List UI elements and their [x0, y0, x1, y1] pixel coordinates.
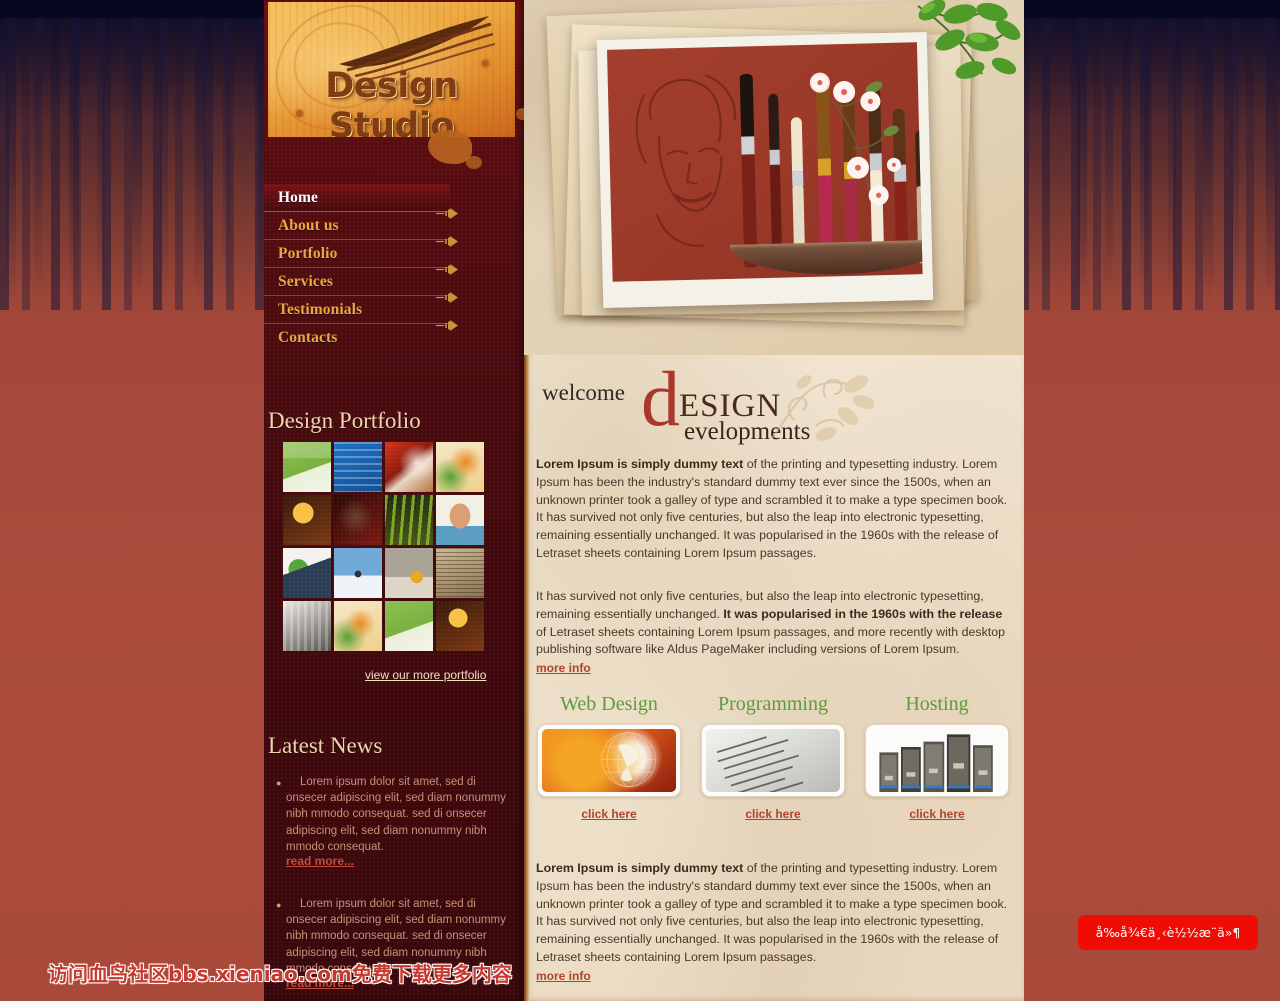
nav-label: Testimonials [278, 300, 363, 318]
service-image-frame [701, 724, 845, 797]
brushes-photo [607, 42, 923, 282]
nav-label: Services [278, 272, 334, 290]
closing-paragraph: Lorem Ipsum is simply dummy text of the … [536, 860, 1008, 967]
thumbnail-orange-sport-art-2[interactable] [334, 601, 382, 651]
thumbnail-blue-text-poster[interactable] [334, 442, 382, 492]
paragraph-bold-lead: Lorem Ipsum is simply dummy text [536, 861, 744, 875]
service-image-frame [537, 724, 681, 797]
services-row: Web Design click here Programming click … [536, 693, 1012, 823]
html-code-listing-image [706, 729, 840, 792]
server-racks-icon [879, 734, 993, 792]
thumbnail-red-face-art[interactable] [385, 442, 433, 492]
service-link[interactable]: click here [909, 807, 964, 821]
logo-text: Design Studio [325, 66, 458, 137]
portfolio-heading: Design Portfolio [268, 408, 421, 433]
service-image-frame [865, 724, 1009, 797]
thumbnail-snow-people-photo[interactable] [334, 548, 382, 598]
nav-label: Contacts [278, 329, 338, 346]
thumbnail-sunburst-badge-2[interactable] [436, 601, 484, 651]
watermark-badge[interactable]: å‰å¾€ä¸‹è½½æ¨ä»¶ [1078, 915, 1258, 950]
service-card-programming: Programming click here [700, 693, 846, 823]
intro-paragraph: Lorem Ipsum is simply dummy text of the … [536, 456, 1008, 563]
news-read-more-link[interactable]: read more... [286, 854, 354, 868]
service-card-web-design: Web Design click here [536, 693, 682, 823]
nav-label: Portfolio [278, 244, 338, 262]
paragraph-bold-lead: Lorem Ipsum is simply dummy text [536, 457, 744, 471]
thumbnail-sunburst-badge[interactable] [283, 495, 331, 545]
nav-item-portfolio[interactable]: Portfolio [264, 240, 458, 275]
latest-news-heading: Latest News [268, 733, 383, 758]
nav-item-testimonials[interactable]: Testimonials [264, 296, 458, 331]
paragraph-text: of the printing and typesetting industry… [536, 457, 1008, 560]
site-container: Design Studio Home About us Portfolio Se… [264, 0, 1024, 1001]
service-title: Web Design [560, 693, 658, 715]
thumbnail-basketball-player[interactable] [334, 495, 382, 545]
watermark-left: 访问血鸟社区bbs.xieniao.com免费下载更多内容 [48, 962, 512, 986]
floral-flourish-icon [771, 375, 874, 441]
main-navigation: Home About us Portfolio Services Testimo… [264, 184, 524, 352]
bullet-icon: ● [276, 778, 282, 788]
brush-holder-bowl [729, 239, 923, 277]
cherry-blossom-illustration [809, 72, 901, 206]
sidebar: Design Studio Home About us Portfolio Se… [264, 0, 524, 1001]
thumbnail-child-illustration[interactable] [436, 495, 484, 545]
globe-network-image [542, 729, 676, 792]
hero-banner-image [524, 0, 1024, 355]
polaroid-frame [596, 32, 934, 308]
thumbnail-row [283, 601, 488, 651]
thumbnail-row [283, 495, 488, 545]
thumbnail-old-newspaper[interactable] [436, 548, 484, 598]
globe-grid-icon [601, 732, 657, 788]
paragraph-bold-mid: It was popularised in the 1960s with the… [723, 606, 1003, 621]
site-logo[interactable]: Design Studio [268, 2, 515, 137]
welcome-heading: welcome d ESIGN evelopments [536, 360, 1006, 446]
news-item: ● Lorem ipsum dolor sit amet, sed di ons… [276, 774, 512, 855]
thumbnail-studio-green-poster[interactable] [283, 442, 331, 492]
bullet-icon: ● [276, 900, 282, 910]
service-link[interactable]: click here [745, 807, 800, 821]
more-info-link-2[interactable]: more info [536, 969, 591, 983]
thumbnail-green-box-product[interactable] [283, 548, 331, 598]
code-lines-icon [716, 736, 804, 792]
thumbnail-bw-portrait-art[interactable] [283, 601, 331, 651]
nav-item-about-us[interactable]: About us [264, 212, 458, 247]
view-more-portfolio-link[interactable]: view our more portfolio [365, 668, 486, 682]
thumbnail-row [283, 442, 488, 492]
welcome-word: welcome [542, 380, 626, 405]
nav-label: Home [278, 188, 318, 206]
portfolio-thumbnail-grid [283, 442, 488, 654]
green-leaves-illustration [917, 0, 1021, 79]
secondary-paragraph: It has survived not only five centuries,… [536, 588, 1008, 659]
nav-item-home[interactable]: Home [264, 184, 458, 219]
server-racks-image [870, 729, 1004, 792]
service-card-hosting: Hosting click here [864, 693, 1010, 823]
nav-label: About us [278, 216, 339, 234]
service-link[interactable]: click here [581, 807, 636, 821]
main-content: welcome d ESIGN evelopments Lorem Ipsum … [524, 0, 1024, 1001]
paragraph-text: of the printing and typesetting industry… [536, 861, 1008, 964]
thumbnail-studio-green-poster-2[interactable] [385, 601, 433, 651]
service-title: Programming [718, 693, 828, 715]
thumbnail-row [283, 548, 488, 598]
nav-item-contacts[interactable]: Contacts [264, 324, 450, 352]
brand-initial: d [641, 355, 680, 442]
news-text: Lorem ipsum dolor sit amet, sed di onsec… [286, 776, 506, 853]
thumbnail-green-abstract[interactable] [385, 495, 433, 545]
thumbnail-construction-toys[interactable] [385, 548, 433, 598]
page-root: Design Studio Home About us Portfolio Se… [0, 0, 1280, 1001]
more-info-link-1[interactable]: more info [536, 661, 591, 675]
watermark-badge-text: å‰å¾€ä¸‹è½½æ¨ä»¶ [1095, 925, 1241, 940]
thumbnail-orange-sport-art[interactable] [436, 442, 484, 492]
paragraph-text-post: of Letraset sheets containing Lorem Ipsu… [536, 624, 1006, 657]
service-title: Hosting [905, 693, 969, 715]
nav-item-services[interactable]: Services [264, 268, 458, 303]
